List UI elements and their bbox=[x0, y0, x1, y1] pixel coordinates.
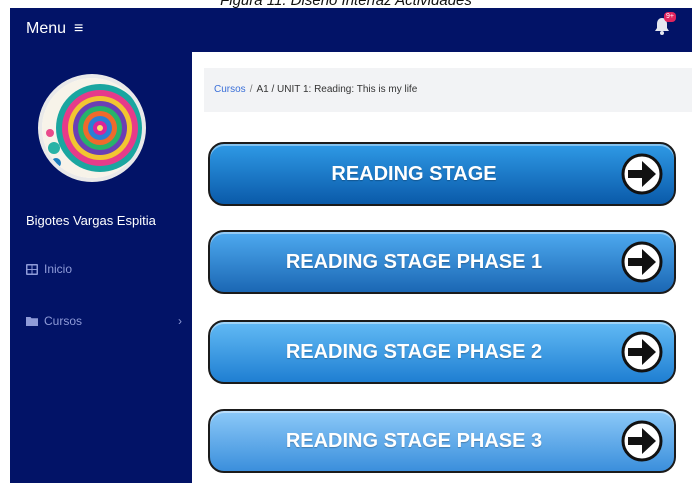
sidebar-item-label: Cursos bbox=[44, 314, 83, 328]
figure-caption: Figura 11. Diseño Interfaz Actividades bbox=[220, 0, 472, 9]
arrow-right-circle-icon bbox=[621, 331, 663, 373]
grid-icon bbox=[26, 263, 38, 275]
arrow-right-circle-icon bbox=[621, 241, 663, 283]
reading-stage-button[interactable]: READING STAGE bbox=[208, 142, 676, 206]
hamburger-icon: ≡ bbox=[74, 20, 84, 37]
breadcrumb: Cursos / A1 / UNIT 1: Reading: This is my … bbox=[204, 68, 692, 112]
notifications-button[interactable]: 9+ bbox=[652, 12, 676, 36]
breadcrumb-cursos-link[interactable]: Cursos bbox=[214, 84, 246, 95]
main-content: Cursos / A1 / UNIT 1: Reading: This is my … bbox=[192, 52, 692, 483]
breadcrumb-path: A1 / UNIT 1: Reading: This is my life bbox=[256, 84, 418, 95]
reading-stage-phase-1-button[interactable]: READING STAGE PHASE 1 bbox=[208, 230, 676, 294]
reading-stage-phase-3-button[interactable]: READING STAGE PHASE 3 bbox=[208, 409, 676, 473]
arrow-right-circle-icon bbox=[621, 153, 663, 195]
chevron-right-icon: › bbox=[178, 314, 182, 328]
avatar bbox=[38, 74, 146, 182]
folder-icon bbox=[26, 317, 38, 326]
user-name: Bigotes Vargas Espitia bbox=[26, 213, 156, 228]
button-label: READING STAGE PHASE 2 bbox=[285, 340, 543, 363]
arrow-right-circle-icon bbox=[621, 420, 663, 462]
breadcrumb-separator: / bbox=[249, 84, 253, 95]
top-navbar: Menu ≡ 9+ bbox=[10, 8, 692, 52]
menu-toggle[interactable]: Menu ≡ bbox=[26, 20, 83, 38]
menu-label: Menu bbox=[26, 20, 67, 37]
reading-stage-phase-2-button[interactable]: READING STAGE PHASE 2 bbox=[208, 320, 676, 384]
sidebar: Bigotes Vargas Espitia Inicio Cursos › bbox=[10, 52, 192, 483]
button-label: READING STAGE PHASE 3 bbox=[285, 429, 543, 452]
app-window: Menu ≡ 9+ Bigotes Vargas Espitia Inicio … bbox=[10, 8, 692, 483]
mandala-image bbox=[42, 78, 142, 178]
button-label: READING STAGE PHASE 1 bbox=[285, 250, 543, 273]
notification-badge: 9+ bbox=[664, 12, 676, 22]
sidebar-item-cursos[interactable]: Cursos › bbox=[26, 314, 182, 328]
sidebar-item-label: Inicio bbox=[44, 262, 73, 276]
sidebar-item-inicio[interactable]: Inicio bbox=[26, 262, 182, 276]
button-label: READING STAGE bbox=[331, 162, 497, 185]
